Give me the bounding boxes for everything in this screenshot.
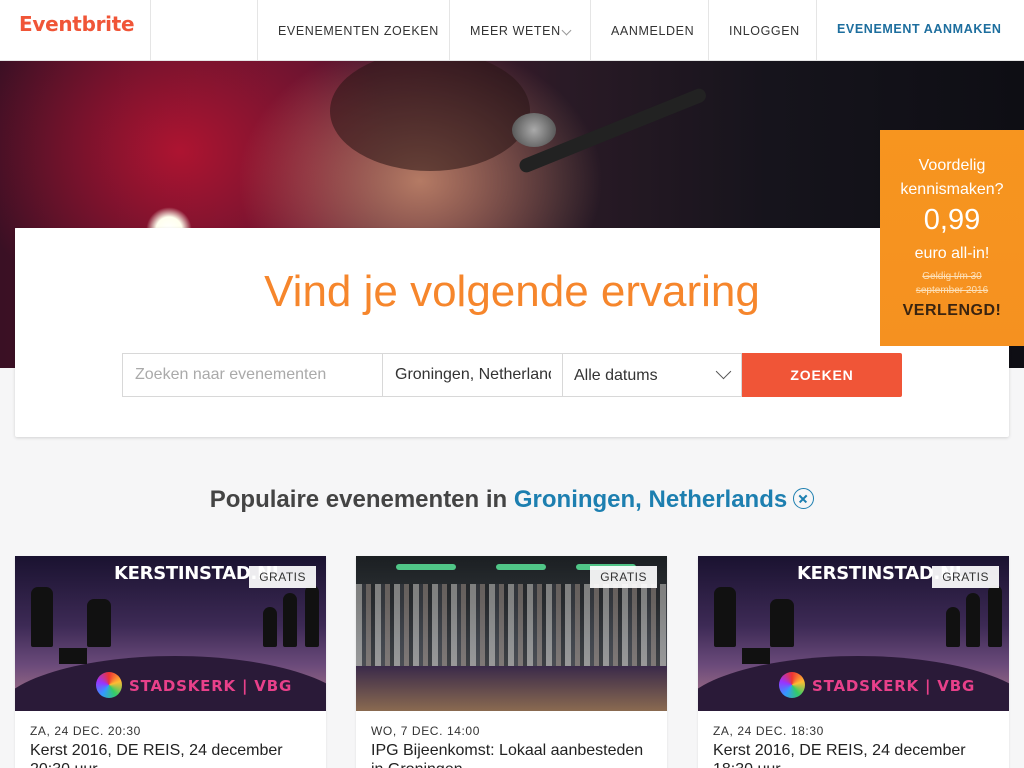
event-date: ZA, 24 DEC. 20:30 [30, 724, 141, 738]
image-sub-text: STADSKERK | VBG [129, 677, 293, 695]
promo-status: VERLENGD! [902, 302, 1002, 319]
image-figure [946, 607, 960, 647]
image-crib [59, 648, 87, 664]
location-input[interactable] [382, 353, 563, 397]
image-figure [283, 593, 297, 647]
event-image[interactable]: KERSTINSTAD.NL STADSKERK | VBG GRATIS [698, 556, 1009, 711]
event-card[interactable]: KERSTINSTAD.NL STADSKERK | VBG GRATIS ZA… [698, 556, 1009, 768]
nav-login-label: INLOGGEN [729, 24, 800, 38]
promo-price: 0,99 [923, 204, 981, 236]
image-floor [356, 666, 667, 711]
event-card[interactable]: KERSTINSTAD.NL STADSKERK | VBG GRATIS ZA… [15, 556, 326, 768]
price-badge: GRATIS [249, 566, 316, 588]
search-input[interactable] [122, 353, 383, 397]
event-card[interactable]: GRATIS WO, 7 DEC. 14:00 IPG Bijeenkomst:… [356, 556, 667, 768]
event-image[interactable]: KERSTINSTAD.NL STADSKERK | VBG GRATIS [15, 556, 326, 711]
nav-learn-more-label: MEER WETEN [470, 24, 561, 38]
event-date: WO, 7 DEC. 14:00 [371, 724, 480, 738]
event-date: ZA, 24 DEC. 18:30 [713, 724, 824, 738]
nav-search-events[interactable]: EVENEMENTEN ZOEKEN [257, 0, 450, 60]
microphone [512, 113, 556, 147]
logo-text: Eventbrite [19, 12, 135, 36]
nav-signup-label: AANMELDEN [611, 24, 695, 38]
promo-unit: euro all-in! [914, 245, 990, 262]
event-title[interactable]: Kerst 2016, DE REIS, 24 december 20:30 u… [30, 741, 315, 768]
nav-search-events-label: EVENEMENTEN ZOEKEN [278, 24, 439, 38]
popular-city-link[interactable]: Groningen, Netherlands [514, 486, 787, 513]
promo-heading: Voordelig kennismaken? [900, 157, 1004, 198]
nav-login[interactable]: INLOGGEN [708, 0, 817, 60]
image-figure [988, 585, 1002, 647]
top-header: Eventbrite EVENEMENTEN ZOEKEN MEER WETEN… [0, 0, 1024, 61]
hero-performer [330, 61, 530, 171]
image-figure [770, 599, 794, 647]
stadskerk-logo [779, 672, 805, 698]
image-crib [742, 648, 770, 664]
search-button[interactable]: ZOEKEN [742, 353, 902, 397]
page-headline: Vind je volgende ervaring [264, 267, 760, 316]
clear-location-icon[interactable] [793, 488, 815, 509]
eventbrite-logo[interactable]: Eventbrite [0, 0, 151, 60]
popular-prefix: Populaire evenementen in [209, 486, 514, 513]
search-card: Vind je volgende ervaring Alle datums ZO… [15, 228, 1009, 437]
nav-create-event[interactable]: EVENEMENT AANMAKEN [816, 0, 1024, 60]
date-select-value: Alle datums [574, 367, 658, 384]
image-figure [87, 599, 111, 647]
price-badge: GRATIS [932, 566, 999, 588]
chevron-down-icon [715, 363, 732, 380]
image-figure [966, 593, 980, 647]
image-sub-text: STADSKERK | VBG [812, 677, 976, 695]
event-title[interactable]: IPG Bijeenkomst: Lokaal aanbesteden in G… [371, 741, 656, 768]
stadskerk-logo [96, 672, 122, 698]
image-figure [714, 587, 736, 647]
date-select[interactable]: Alle datums [562, 353, 742, 397]
image-figure [263, 607, 277, 647]
image-figure [305, 585, 319, 647]
event-title[interactable]: Kerst 2016, DE REIS, 24 december 18:30 u… [713, 741, 998, 768]
popular-events-heading: Populaire evenementen in Groningen, Neth… [0, 486, 1024, 514]
price-badge: GRATIS [590, 566, 657, 588]
image-crowd [356, 584, 667, 674]
promo-banner[interactable]: Voordelig kennismaken? 0,99 euro all-in!… [880, 130, 1024, 346]
search-button-label: ZOEKEN [790, 367, 854, 383]
nav-create-event-label: EVENEMENT AANMAKEN [837, 22, 1002, 36]
promo-fine-print: Geldig t/m 30 september 2016 [915, 271, 989, 296]
image-stage-light [396, 564, 456, 570]
image-figure [31, 587, 53, 647]
chevron-down-icon [561, 25, 572, 36]
event-image[interactable]: GRATIS [356, 556, 667, 711]
nav-signup[interactable]: AANMELDEN [590, 0, 709, 60]
image-stage-light [496, 564, 546, 570]
nav-learn-more[interactable]: MEER WETEN [449, 0, 591, 60]
